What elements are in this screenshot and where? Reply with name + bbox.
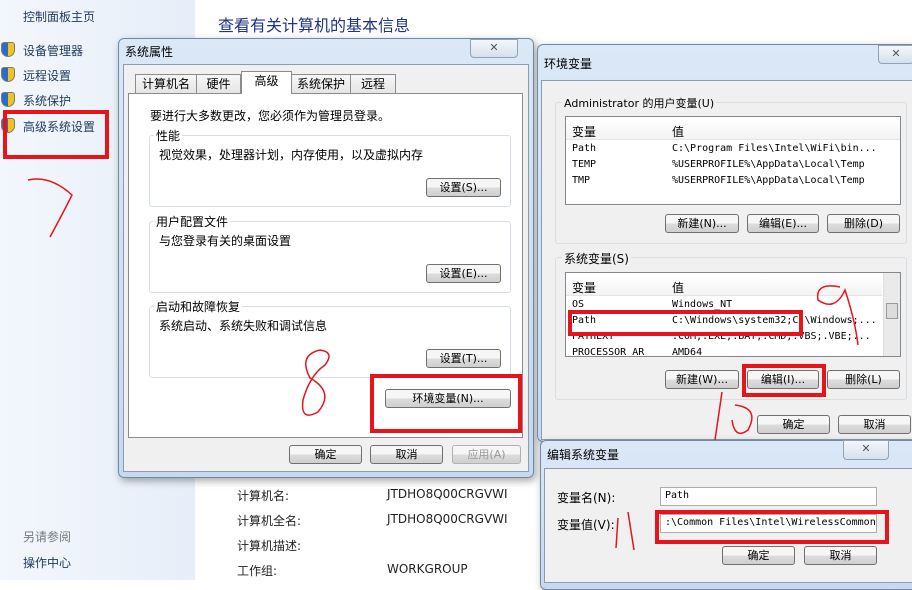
close-button[interactable]: ✕ [843, 440, 889, 460]
profile-settings-button[interactable]: 设置(E)... [426, 264, 501, 283]
user-profiles-group: 用户配置文件 与您登录有关的桌面设置 设置(E)... [149, 213, 511, 293]
column-value[interactable]: 值 [672, 279, 684, 296]
uac-shield-icon [1, 42, 15, 57]
sidebar-item-remote-settings[interactable]: 远程设置 [23, 67, 71, 84]
user-variables-list[interactable]: 变量 值 Path C:\Program Files\Intel\WiFi\bin… [565, 116, 901, 205]
annotation-box-path-row [568, 310, 803, 336]
uac-shield-icon [1, 67, 15, 82]
list-header: 变量 值 [566, 120, 900, 140]
workgroup-label: 工作组: [237, 564, 278, 578]
column-variable[interactable]: 变量 [572, 279, 596, 296]
apply-button: 应用(A) [452, 445, 521, 464]
see-also-heading: 另请参阅 [23, 530, 72, 544]
variable-value-label: 变量值(V): [557, 518, 615, 532]
list-header: 变量 值 [566, 276, 882, 296]
group-title: 用户配置文件 [154, 213, 231, 230]
ok-button[interactable]: 确定 [722, 546, 795, 565]
group-desc: 视觉效果，处理器计划，内存使用，以及虚拟内存 [159, 148, 424, 162]
tab-remote[interactable]: 远程 [350, 74, 396, 94]
dialog-title: 系统属性 [125, 45, 174, 59]
user-delete-button[interactable]: 删除(D) [827, 214, 900, 233]
table-row[interactable]: TEMP %USERPROFILE%\AppData\Local\Temp [566, 159, 900, 175]
performance-settings-button[interactable]: 设置(S)... [426, 178, 501, 197]
dialog-title: 编辑系统变量 [547, 448, 620, 462]
scrollbar-thumb[interactable] [886, 303, 898, 319]
computer-name-label: 计算机名: [237, 489, 290, 503]
performance-group: 性能 视觉效果，处理器计划，内存使用，以及虚拟内存 设置(S)... [149, 127, 511, 207]
system-variables-label: 系统变量(S) [562, 250, 631, 267]
var-value: C:\Program Files\Intel\WiFi\bin... [672, 143, 877, 154]
sidebar-item-device-manager[interactable]: 设备管理器 [23, 42, 83, 59]
table-row[interactable]: TMP %USERPROFILE%\AppData\Local\Temp [566, 175, 900, 191]
cancel-button[interactable]: 取消 [370, 445, 443, 464]
ok-button[interactable]: 确定 [289, 445, 362, 464]
description-label: 计算机描述: [237, 539, 302, 553]
user-edit-button[interactable]: 编辑(E)... [747, 214, 819, 233]
table-row[interactable]: Path C:\Program Files\Intel\WiFi\bin... [566, 143, 900, 159]
user-variables-label: Administrator 的用户变量(U) [562, 95, 717, 111]
action-center-link[interactable]: 操作中心 [23, 554, 71, 571]
user-new-button[interactable]: 新建(N)... [665, 214, 739, 233]
workgroup-value: WORKGROUP [387, 562, 468, 576]
ok-button[interactable]: 确定 [757, 415, 830, 434]
column-value[interactable]: 值 [672, 123, 684, 140]
cancel-button[interactable]: 取消 [838, 415, 911, 434]
column-variable[interactable]: 变量 [572, 123, 596, 140]
close-button[interactable]: ✕ [470, 39, 518, 58]
tab-computer-name[interactable]: 计算机名 [135, 74, 197, 94]
group-desc: 与您登录有关的桌面设置 [159, 234, 292, 248]
table-row[interactable]: PROCESSOR_AR AMD64 [566, 347, 900, 357]
system-delete-button[interactable]: 删除(L) [827, 370, 900, 389]
scrollbar[interactable] [883, 273, 900, 356]
var-value: AMD64 [672, 347, 703, 357]
group-title: 启动和故障恢复 [154, 298, 243, 315]
annotation-box-value-input [655, 510, 889, 544]
startup-recovery-group: 启动和故障恢复 系统启动、系统失败和调试信息 设置(T)... [149, 298, 511, 378]
var-name: OS [572, 299, 585, 310]
page-title: 查看有关计算机的基本信息 [218, 16, 411, 35]
variable-name-label: 变量名(N): [557, 491, 616, 505]
var-name: TEMP [572, 159, 597, 170]
var-value: Windows_NT [672, 299, 733, 310]
group-title: 性能 [154, 127, 183, 144]
uac-shield-icon [1, 92, 15, 107]
variable-name-input[interactable]: Path [660, 487, 877, 506]
var-name: Path [572, 143, 597, 154]
system-new-button[interactable]: 新建(W)... [665, 370, 739, 389]
annotation-box-advanced-settings [3, 110, 109, 159]
sidebar-item-system-protection[interactable]: 系统保护 [23, 92, 71, 109]
dialog-title: 环境变量 [544, 57, 593, 71]
var-name: PROCESSOR_AR [572, 347, 645, 357]
group-desc: 系统启动、系统失败和调试信息 [159, 319, 328, 333]
var-value: %USERPROFILE%\AppData\Local\Temp [672, 175, 865, 186]
var-value: %USERPROFILE%\AppData\Local\Temp [672, 159, 865, 170]
tab-system-protection[interactable]: 系统保护 [291, 74, 351, 94]
var-name: TMP [572, 175, 591, 186]
control-panel-home-link[interactable]: 控制面板主页 [23, 8, 95, 25]
cancel-button[interactable]: 取消 [804, 546, 877, 565]
full-name-value: JTDHO8Q00CRGVWI [387, 512, 508, 526]
full-name-label: 计算机全名: [237, 514, 302, 528]
tab-hardware[interactable]: 硬件 [196, 74, 241, 94]
annotation-box-env-button [370, 374, 522, 433]
annotation-box-edit-button [742, 364, 826, 397]
computer-name-value: JTDHO8Q00CRGVWI [387, 487, 508, 501]
close-button[interactable]: ✕ [878, 45, 912, 64]
admin-note: 要进行大多数更改，您必须作为管理员登录。 [150, 109, 391, 123]
tab-advanced[interactable]: 高级 [241, 71, 292, 94]
startup-settings-button[interactable]: 设置(T)... [426, 349, 501, 368]
